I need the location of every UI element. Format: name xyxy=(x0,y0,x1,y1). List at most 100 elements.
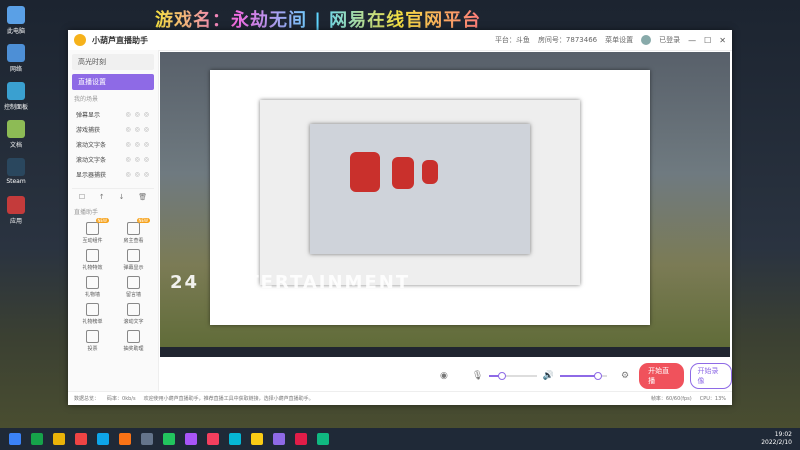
user-name[interactable]: 已登录 xyxy=(659,35,680,45)
maximize-button[interactable]: ☐ xyxy=(704,36,711,45)
desktop-icon[interactable]: 应用 xyxy=(2,196,30,225)
app-icon xyxy=(7,158,25,176)
taskbar-app-icon[interactable] xyxy=(185,433,197,445)
mic-volume-slider[interactable] xyxy=(489,372,537,380)
taskbar-app-icon[interactable] xyxy=(31,433,43,445)
delete-icon[interactable]: 🗑 xyxy=(138,193,147,201)
taskbar-app-icon[interactable] xyxy=(97,433,109,445)
widget-icon xyxy=(86,330,99,343)
widget-label: 留言墙 xyxy=(125,292,141,298)
desktop-icon[interactable]: Steam xyxy=(2,158,30,185)
scene-item[interactable]: 滚动文字条 ◎ ◎ ◎ xyxy=(68,152,158,167)
widget-tile[interactable]: 留言墙 xyxy=(115,274,152,298)
speaker-icon[interactable]: 🔊 xyxy=(543,371,554,381)
scene-tools: ☐ ↑ ↓ 🗑 xyxy=(72,188,154,201)
scene-section-title: 我的场景 xyxy=(74,96,99,103)
scene-label: 弹幕显示 xyxy=(76,112,101,119)
scene-label: 游戏捕获 xyxy=(76,127,101,134)
status-notice: 欢迎使用小葫芦直播助手，推荐直播工具中获取链接，选择小葫芦直播助手。 xyxy=(143,396,314,402)
desktop-icon-label: 应用 xyxy=(9,218,22,225)
widget-icon xyxy=(86,276,99,289)
widget-label: 礼物榜单 xyxy=(82,319,103,325)
move-down-icon[interactable]: ↓ xyxy=(119,193,125,201)
taskbar-app-icon[interactable] xyxy=(251,433,263,445)
red-logo xyxy=(350,152,380,192)
chat-icon[interactable]: ◉ xyxy=(440,371,448,381)
scene-controls[interactable]: ◎ ◎ ◎ xyxy=(125,141,150,148)
gear-icon[interactable]: ⚙ xyxy=(621,371,629,381)
widget-tile[interactable]: 礼物榜单 xyxy=(74,301,111,325)
taskbar-app-icon[interactable] xyxy=(229,433,241,445)
start-live-button[interactable]: 开始直播 xyxy=(639,363,684,389)
widget-tile[interactable]: 投票 xyxy=(74,328,111,352)
status-cpu: CPU：13% xyxy=(699,396,726,402)
widget-label: 滚动文字 xyxy=(123,319,144,325)
taskbar-app-icon[interactable] xyxy=(53,433,65,445)
widget-tile[interactable]: 弹幕显示 xyxy=(115,247,152,271)
scene-item[interactable]: 滚动文字条 ◎ ◎ ◎ xyxy=(68,137,158,152)
menu-settings-button[interactable]: 菜单设置 xyxy=(605,35,633,45)
desktop-icon[interactable]: 网络 xyxy=(2,44,30,73)
add-scene-icon[interactable]: ☐ xyxy=(79,193,85,201)
close-button[interactable]: ✕ xyxy=(719,36,726,45)
minimize-button[interactable]: — xyxy=(688,36,696,45)
taskbar-app-icon[interactable] xyxy=(317,433,329,445)
scene-controls[interactable]: ◎ ◎ ◎ xyxy=(125,156,150,163)
scene-controls[interactable]: ◎ ◎ ◎ xyxy=(125,111,150,118)
title-bar: 小葫芦直播助手 平台：斗鱼 房间号：7873466 菜单设置 已登录 — ☐ ✕ xyxy=(68,30,732,51)
preview-text: ENTERTAINMENT xyxy=(215,272,411,293)
widget-label: 弹幕显示 xyxy=(123,265,144,271)
widget-icon xyxy=(127,276,140,289)
status-bitrate: 码率：0kb/s xyxy=(107,396,136,402)
avatar[interactable] xyxy=(641,35,652,45)
widget-tile[interactable]: 房主查看 NEW xyxy=(115,218,152,244)
stream-preview[interactable]: 24 ENTERTAINMENT xyxy=(160,52,730,357)
platform-label: 平台：斗鱼 xyxy=(494,36,530,44)
taskbar-app-icon[interactable] xyxy=(141,433,153,445)
widget-tile[interactable]: 礼物特效 xyxy=(74,247,111,271)
desktop-icon-label: 控制面板 xyxy=(3,104,28,111)
new-badge: NEW xyxy=(95,218,109,223)
widget-tile[interactable]: 滚动文字 xyxy=(115,301,152,325)
taskbar-app-icon[interactable] xyxy=(163,433,175,445)
speaker-volume-slider[interactable] xyxy=(559,372,608,380)
move-up-icon[interactable]: ↑ xyxy=(99,193,105,201)
scene-controls[interactable]: ◎ ◎ ◎ xyxy=(125,126,150,133)
taskbar-app-icon[interactable] xyxy=(207,433,219,445)
taskbar-app-icon[interactable] xyxy=(273,433,285,445)
desktop-icon[interactable]: 控制面板 xyxy=(2,82,30,111)
widget-icon xyxy=(86,303,99,316)
stream-banner-text: 游戏名：永劫无间 | 网易在线官网平台 xyxy=(155,6,481,32)
taskbar-app-icon[interactable] xyxy=(75,433,87,445)
taskbar-app-icon[interactable] xyxy=(295,433,307,445)
widget-icon xyxy=(127,330,140,343)
red-logo xyxy=(392,157,414,189)
app-icon xyxy=(7,120,25,138)
scene-item[interactable]: 弹幕显示 ◎ ◎ ◎ xyxy=(68,107,158,122)
desktop-icon-label: 文档 xyxy=(9,142,22,149)
widget-tile[interactable]: 礼物墙 xyxy=(74,274,111,298)
widget-tile[interactable]: 抽奖助理 xyxy=(115,328,152,352)
nav-highlights[interactable]: 高光时刻 xyxy=(72,54,154,70)
app-window: 小葫芦直播助手 平台：斗鱼 房间号：7873466 菜单设置 已登录 — ☐ ✕… xyxy=(68,30,732,405)
scene-controls[interactable]: ◎ ◎ ◎ xyxy=(125,171,150,178)
widget-grid: 互动组件 NEW 房主查看 NEW 礼物特效 弹幕显示礼物墙 留言墙礼物榜单 滚动文字投票 抽奖… xyxy=(68,218,158,352)
control-bar: ◉ 🎙 🔊 ⚙ 开始直播 开始录像 xyxy=(160,362,732,390)
nav-live-settings[interactable]: 直播设置 xyxy=(72,74,154,90)
red-logo xyxy=(422,160,438,184)
scene-item[interactable]: 显示器捕获 ◎ ◎ ◎ xyxy=(68,167,158,182)
widget-label: 抽奖助理 xyxy=(123,346,144,352)
taskbar-app-icon[interactable] xyxy=(119,433,131,445)
start-record-button[interactable]: 开始录像 xyxy=(689,363,732,389)
start-icon[interactable] xyxy=(9,433,21,445)
desktop-icon[interactable]: 文档 xyxy=(2,120,30,149)
scene-label: 滚动文字条 xyxy=(76,142,107,149)
widget-tile[interactable]: 互动组件 NEW xyxy=(74,218,111,244)
desktop-icon[interactable]: 此电脑 xyxy=(2,6,30,35)
desktop-icon-label: Steam xyxy=(6,178,26,185)
scene-item[interactable]: 游戏捕获 ◎ ◎ ◎ xyxy=(68,122,158,137)
widget-label: 礼物特效 xyxy=(82,265,103,271)
microphone-icon[interactable]: 🎙 xyxy=(472,371,483,381)
widget-icon xyxy=(127,249,140,262)
clock[interactable]: 19:02 2022/2/10 xyxy=(761,431,800,447)
